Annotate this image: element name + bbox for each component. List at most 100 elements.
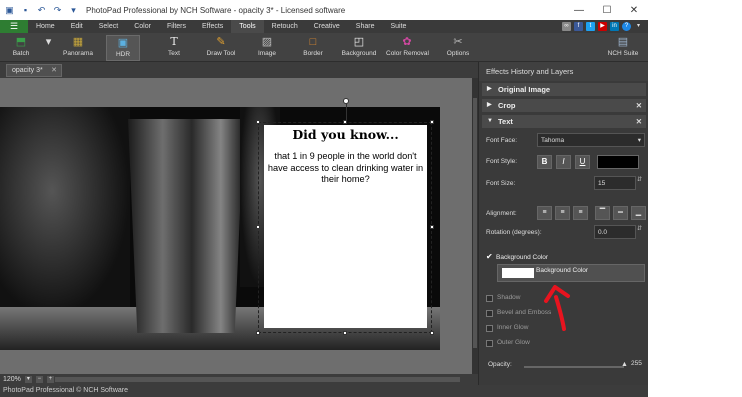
opacity-slider[interactable] bbox=[524, 366, 624, 368]
document-tab-bar: opacity 3* ✕ bbox=[0, 62, 478, 78]
align-left-icon[interactable]: ≡ bbox=[537, 206, 552, 220]
remove-crop-icon[interactable]: ✕ bbox=[636, 99, 642, 112]
maximize-button[interactable]: ☐ bbox=[593, 0, 621, 20]
background-button[interactable]: ◰ Background bbox=[340, 35, 378, 61]
help-icon[interactable]: ? bbox=[622, 22, 631, 31]
bevel-emboss-checkbox[interactable] bbox=[486, 310, 493, 317]
resize-handle-top[interactable] bbox=[343, 120, 347, 124]
vertical-scroll-thumb[interactable] bbox=[473, 98, 477, 348]
image-label: Image bbox=[257, 50, 277, 57]
menu-tab-creative[interactable]: Creative bbox=[306, 20, 348, 33]
font-color-swatch[interactable] bbox=[597, 155, 639, 169]
quick-access-dropdown-icon[interactable]: ▾ bbox=[67, 4, 80, 17]
image-button[interactable]: ▨ Image bbox=[254, 35, 280, 61]
help-dropdown-icon[interactable]: ▾ bbox=[634, 22, 643, 31]
bold-button[interactable]: B bbox=[537, 155, 552, 169]
batch-button[interactable]: ⬒ Batch bbox=[8, 35, 34, 61]
nch-suite-button[interactable]: ▤ NCH Suite bbox=[606, 35, 640, 61]
font-size-stepper-icon[interactable]: ⇵ bbox=[637, 176, 642, 183]
menu-tab-filters[interactable]: Filters bbox=[159, 20, 194, 33]
twitter-icon[interactable]: t bbox=[586, 22, 595, 31]
resize-handle-top-right[interactable] bbox=[430, 120, 434, 124]
italic-button[interactable]: I bbox=[556, 155, 571, 169]
border-icon: □ bbox=[309, 35, 317, 48]
outer-glow-checkbox[interactable] bbox=[486, 340, 493, 347]
nch-suite-label: NCH Suite bbox=[607, 50, 639, 57]
menu-tab-edit[interactable]: Edit bbox=[63, 20, 91, 33]
minimize-button[interactable]: — bbox=[565, 0, 593, 20]
shadow-checkbox[interactable] bbox=[486, 295, 493, 302]
rotation-input[interactable]: 0.0 bbox=[594, 225, 636, 239]
undo-icon[interactable]: ↶ bbox=[35, 4, 48, 17]
batch-dropdown-icon[interactable]: ▾ bbox=[42, 35, 52, 61]
expand-icon: ▶ bbox=[487, 102, 492, 108]
outer-glow-label: Outer Glow bbox=[497, 339, 530, 346]
menu-tab-select[interactable]: Select bbox=[91, 20, 126, 33]
resize-handle-bottom[interactable] bbox=[343, 331, 347, 335]
rotation-stepper-icon[interactable]: ⇵ bbox=[637, 225, 642, 232]
align-center-icon[interactable]: ≡ bbox=[555, 206, 570, 220]
zoom-in-icon[interactable]: + bbox=[46, 376, 54, 383]
redo-icon[interactable]: ↷ bbox=[51, 4, 64, 17]
window-title: PhotoPad Professional by NCH Software - … bbox=[86, 5, 346, 15]
document-tab[interactable]: opacity 3* ✕ bbox=[6, 64, 62, 77]
menu-tab-share[interactable]: Share bbox=[348, 20, 383, 33]
section-crop[interactable]: ▶ Crop ✕ bbox=[482, 99, 646, 112]
resize-handle-bottom-right[interactable] bbox=[430, 331, 434, 335]
linkedin-icon[interactable]: in bbox=[610, 22, 619, 31]
alignment-label: Alignment: bbox=[486, 210, 517, 217]
valign-middle-icon[interactable]: ═ bbox=[613, 206, 628, 220]
valign-top-icon[interactable]: ▔ bbox=[595, 206, 610, 220]
background-color-checkbox[interactable]: ✔ bbox=[486, 252, 493, 261]
color-removal-button[interactable]: ✿ Color Removal bbox=[386, 35, 429, 61]
footer: PhotoPad Professional © NCH Software bbox=[0, 385, 648, 397]
close-tab-icon[interactable]: ✕ bbox=[51, 65, 57, 76]
inner-glow-checkbox[interactable] bbox=[486, 325, 493, 332]
horizontal-scrollbar[interactable] bbox=[55, 377, 460, 382]
menu-tab-effects[interactable]: Effects bbox=[194, 20, 231, 33]
close-button[interactable]: ✕ bbox=[620, 0, 648, 20]
menu-tab-suite[interactable]: Suite bbox=[382, 20, 414, 33]
youtube-icon[interactable]: ▶ bbox=[598, 22, 607, 31]
menu-tab-retouch[interactable]: Retouch bbox=[264, 20, 306, 33]
zoom-out-icon[interactable]: − bbox=[35, 376, 43, 383]
border-button[interactable]: □ Border bbox=[300, 35, 326, 61]
panorama-button[interactable]: ▦ Panorama bbox=[62, 35, 94, 61]
facebook-icon[interactable]: f bbox=[574, 22, 583, 31]
expand-icon: ▶ bbox=[487, 86, 492, 92]
font-face-select[interactable]: Tahoma ▾ bbox=[537, 133, 645, 147]
resize-handle-left[interactable] bbox=[256, 225, 260, 229]
align-right-icon[interactable]: ≡ bbox=[573, 206, 588, 220]
border-label: Border bbox=[303, 50, 323, 57]
panorama-label: Panorama bbox=[63, 50, 93, 57]
zoom-dropdown-icon[interactable]: ▾ bbox=[24, 376, 32, 383]
resize-handle-bottom-left[interactable] bbox=[256, 331, 260, 335]
options-button[interactable]: ✂ Options bbox=[444, 35, 472, 61]
canvas-area[interactable]: Did you know... that 1 in 9 people in th… bbox=[0, 78, 472, 374]
underline-button[interactable]: U bbox=[575, 155, 590, 169]
section-original-image[interactable]: ▶ Original Image bbox=[482, 83, 646, 96]
menu-tab-home[interactable]: Home bbox=[28, 20, 63, 33]
draw-tool-button[interactable]: ✎ Draw Tool bbox=[204, 35, 238, 61]
text-layer[interactable]: Did you know... that 1 in 9 people in th… bbox=[264, 125, 427, 328]
menu-tab-color[interactable]: Color bbox=[126, 20, 159, 33]
hamburger-menu-icon[interactable]: ☰ bbox=[0, 20, 28, 33]
resize-handle-right[interactable] bbox=[430, 225, 434, 229]
remove-text-icon[interactable]: ✕ bbox=[636, 115, 642, 128]
section-text[interactable]: ▼ Text ✕ bbox=[482, 115, 646, 128]
save-icon[interactable]: ▪ bbox=[19, 4, 32, 17]
text-button[interactable]: T Text bbox=[161, 35, 187, 61]
link-icon[interactable]: ∞ bbox=[562, 22, 571, 31]
hdr-button[interactable]: ▣ HDR bbox=[106, 35, 140, 61]
valign-bottom-icon[interactable]: ▁ bbox=[631, 206, 646, 220]
zoom-level[interactable]: 120% bbox=[3, 376, 21, 383]
opacity-slider-handle[interactable]: ▲ bbox=[621, 361, 628, 368]
background-color-button[interactable]: Background Color bbox=[497, 264, 645, 282]
batch-label: Batch bbox=[12, 50, 30, 57]
menu-tab-tools[interactable]: Tools bbox=[231, 20, 264, 33]
resize-handle-top-left[interactable] bbox=[256, 120, 260, 124]
shadow-label: Shadow bbox=[497, 294, 521, 301]
font-size-input[interactable]: 15 bbox=[594, 176, 636, 190]
rotation-handle[interactable] bbox=[343, 98, 349, 104]
inner-glow-label: Inner Glow bbox=[497, 324, 529, 331]
